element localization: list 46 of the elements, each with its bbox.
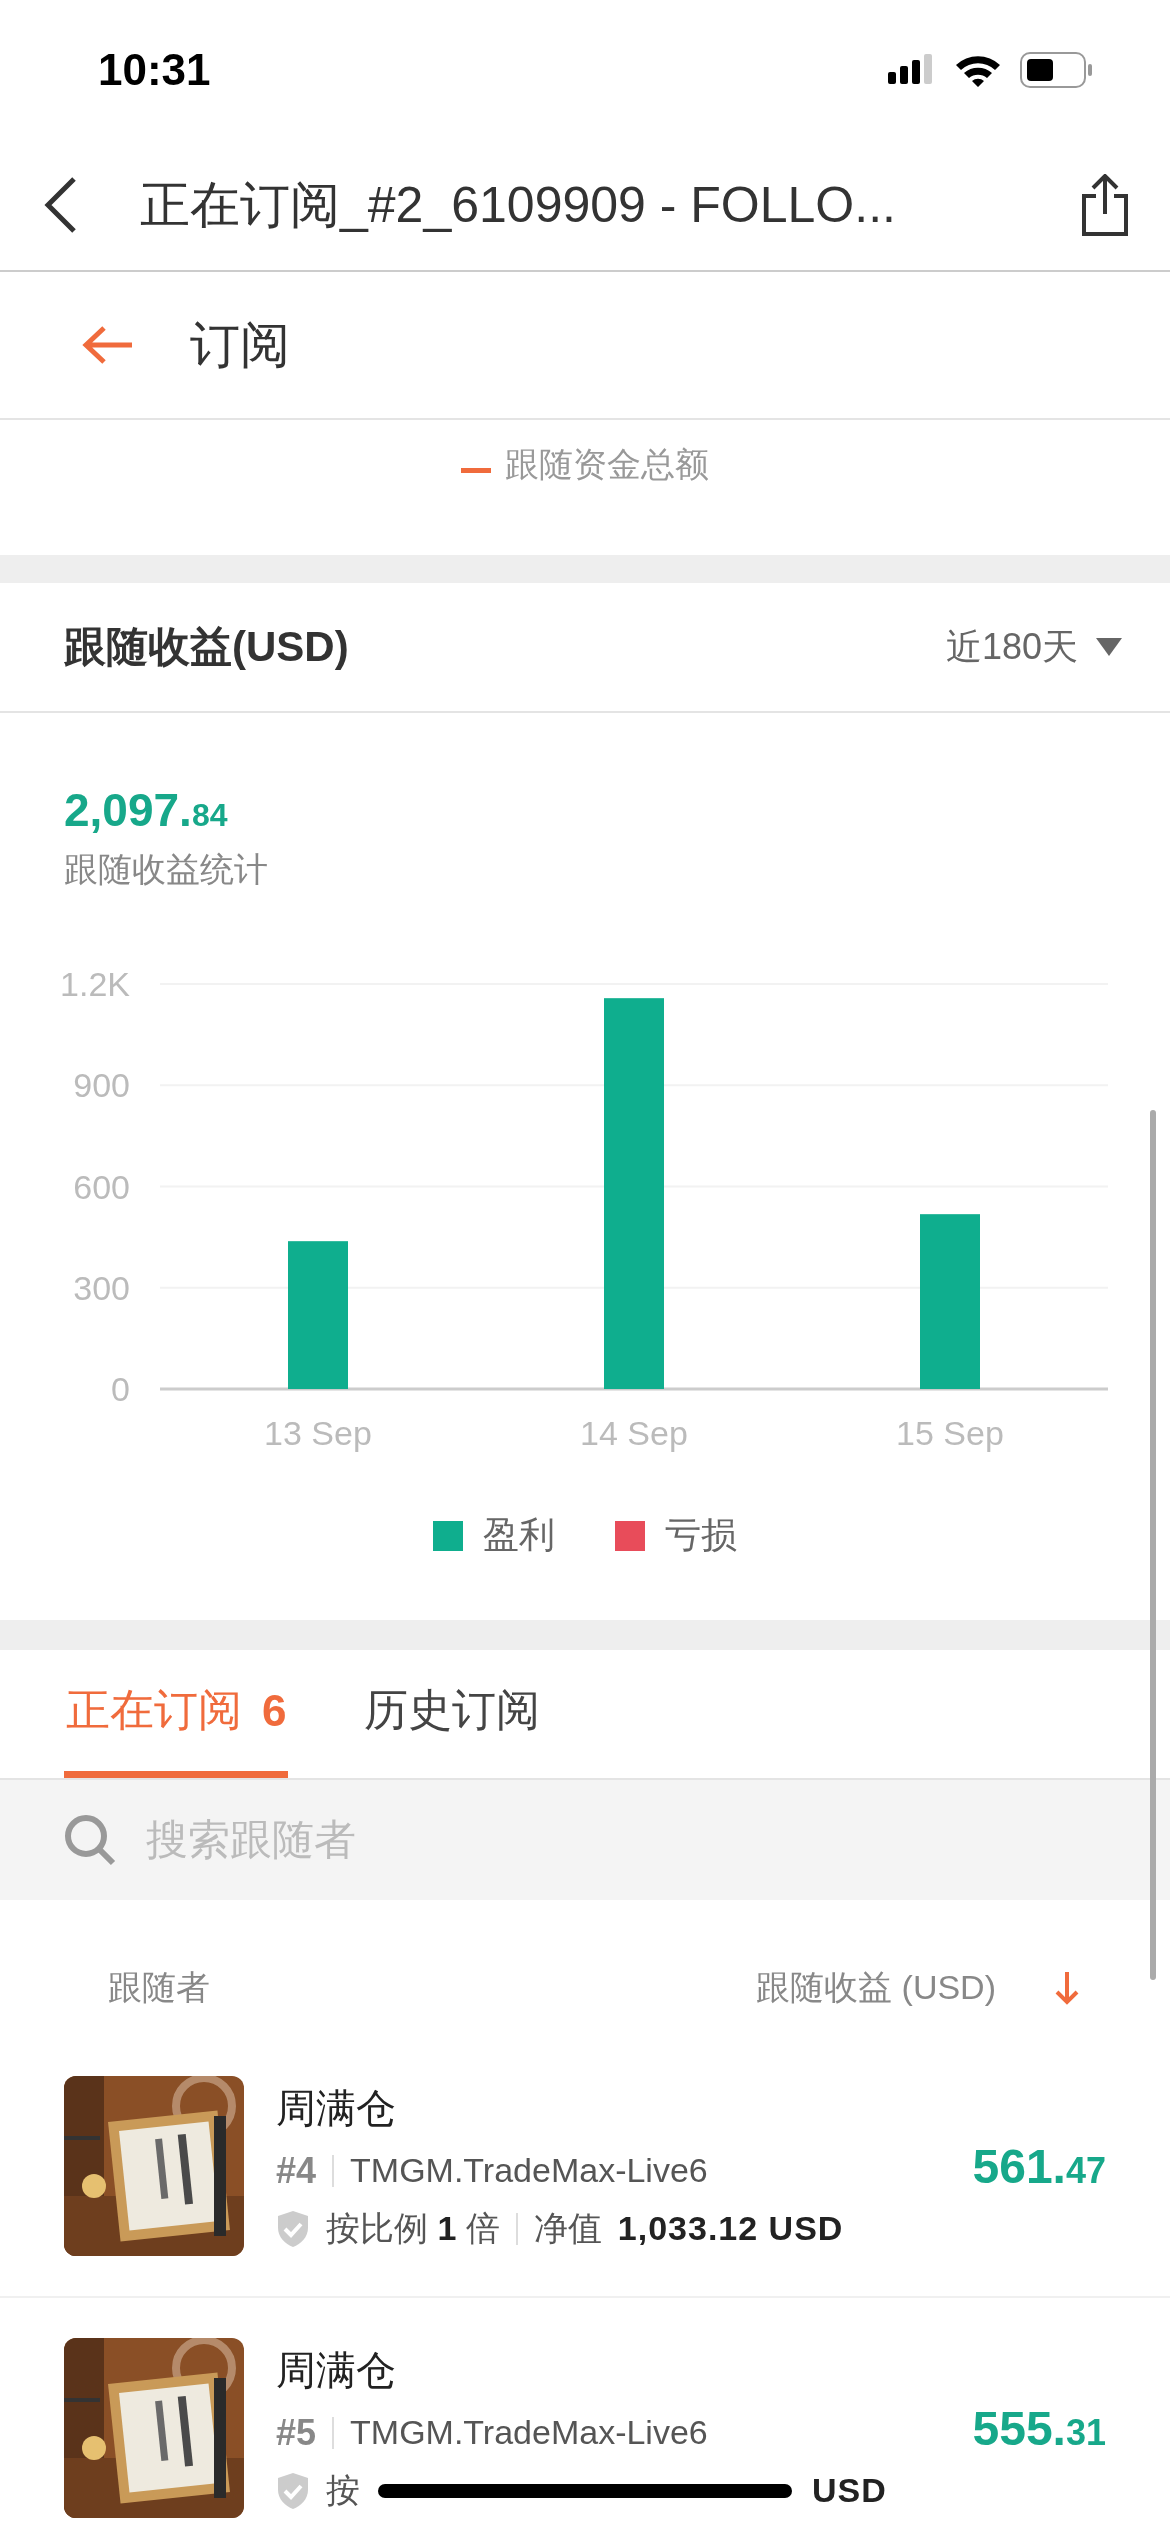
wifi-icon — [954, 53, 1002, 87]
legend-label: 盈利 — [483, 1513, 555, 1557]
sort-arrow-icon[interactable] — [1054, 1970, 1080, 2006]
follower-name: 周满仓 — [276, 2346, 397, 2394]
server-name: TMGM.TradeMax-Live6 — [350, 2413, 708, 2452]
shield-check-icon — [276, 2209, 310, 2248]
column-header[interactable]: 跟随收益 (USD) — [756, 1965, 996, 2011]
axis-label: 300 — [73, 1268, 130, 1307]
legend-label: 亏损 — [665, 1513, 737, 1557]
net-value-label: 净值 — [533, 2207, 602, 2249]
axis-label: 900 — [73, 1066, 130, 1105]
scrollbar[interactable] — [1150, 1110, 1156, 1980]
search-icon — [64, 1814, 116, 1866]
copy-ratio: 按比例 1 倍 — [326, 2207, 500, 2249]
server-name: TMGM.TradeMax-Live6 — [350, 2151, 708, 2190]
section-title: 订阅 — [190, 315, 290, 375]
legend-label: 跟随资金总额 — [505, 444, 709, 485]
axis-label: 14 Sep — [580, 1414, 688, 1452]
battery-icon — [1020, 52, 1094, 88]
follower-earnings: 555.31 — [972, 2400, 1106, 2456]
card-title: 跟随收益(USD) — [64, 622, 349, 672]
rank-label: #5 — [276, 2411, 317, 2454]
status-time: 10:31 — [98, 45, 211, 95]
axis-label: 0 — [111, 1370, 130, 1408]
back-arrow-icon[interactable] — [82, 325, 134, 365]
copy-ratio: 按 — [326, 2469, 360, 2511]
column-header: 跟随者 — [108, 1967, 210, 2008]
follower-earnings: 561.47 — [972, 2138, 1106, 2194]
net-value: USD — [812, 2471, 887, 2510]
axis-label: 1.2K — [60, 965, 130, 1003]
tab[interactable]: 历史订阅 — [362, 1650, 543, 1778]
share-icon[interactable] — [1080, 174, 1130, 236]
caret-icon — [1096, 638, 1122, 656]
total-earnings: 2,097.84 — [64, 783, 229, 837]
follower-name: 周满仓 — [276, 2084, 397, 2132]
axis-label: 13 Sep — [264, 1414, 372, 1452]
total-label: 跟随收益统计 — [64, 849, 269, 890]
search-field[interactable]: 搜索跟随者 — [144, 1815, 1106, 1865]
rank-label: #4 — [276, 2149, 317, 2192]
axis-label: 600 — [73, 1167, 130, 1206]
search-bar[interactable]: 搜索跟随者 — [0, 1780, 1170, 1900]
axis-label: 15 Sep — [896, 1414, 1004, 1452]
period-dropdown[interactable]: 近180天 — [945, 622, 1122, 672]
net-value: 1,033.12 USD — [617, 2209, 844, 2248]
shield-check-icon — [276, 2471, 310, 2510]
page-title: 正在订阅_#2_6109909 - FOLLO... — [140, 175, 897, 235]
